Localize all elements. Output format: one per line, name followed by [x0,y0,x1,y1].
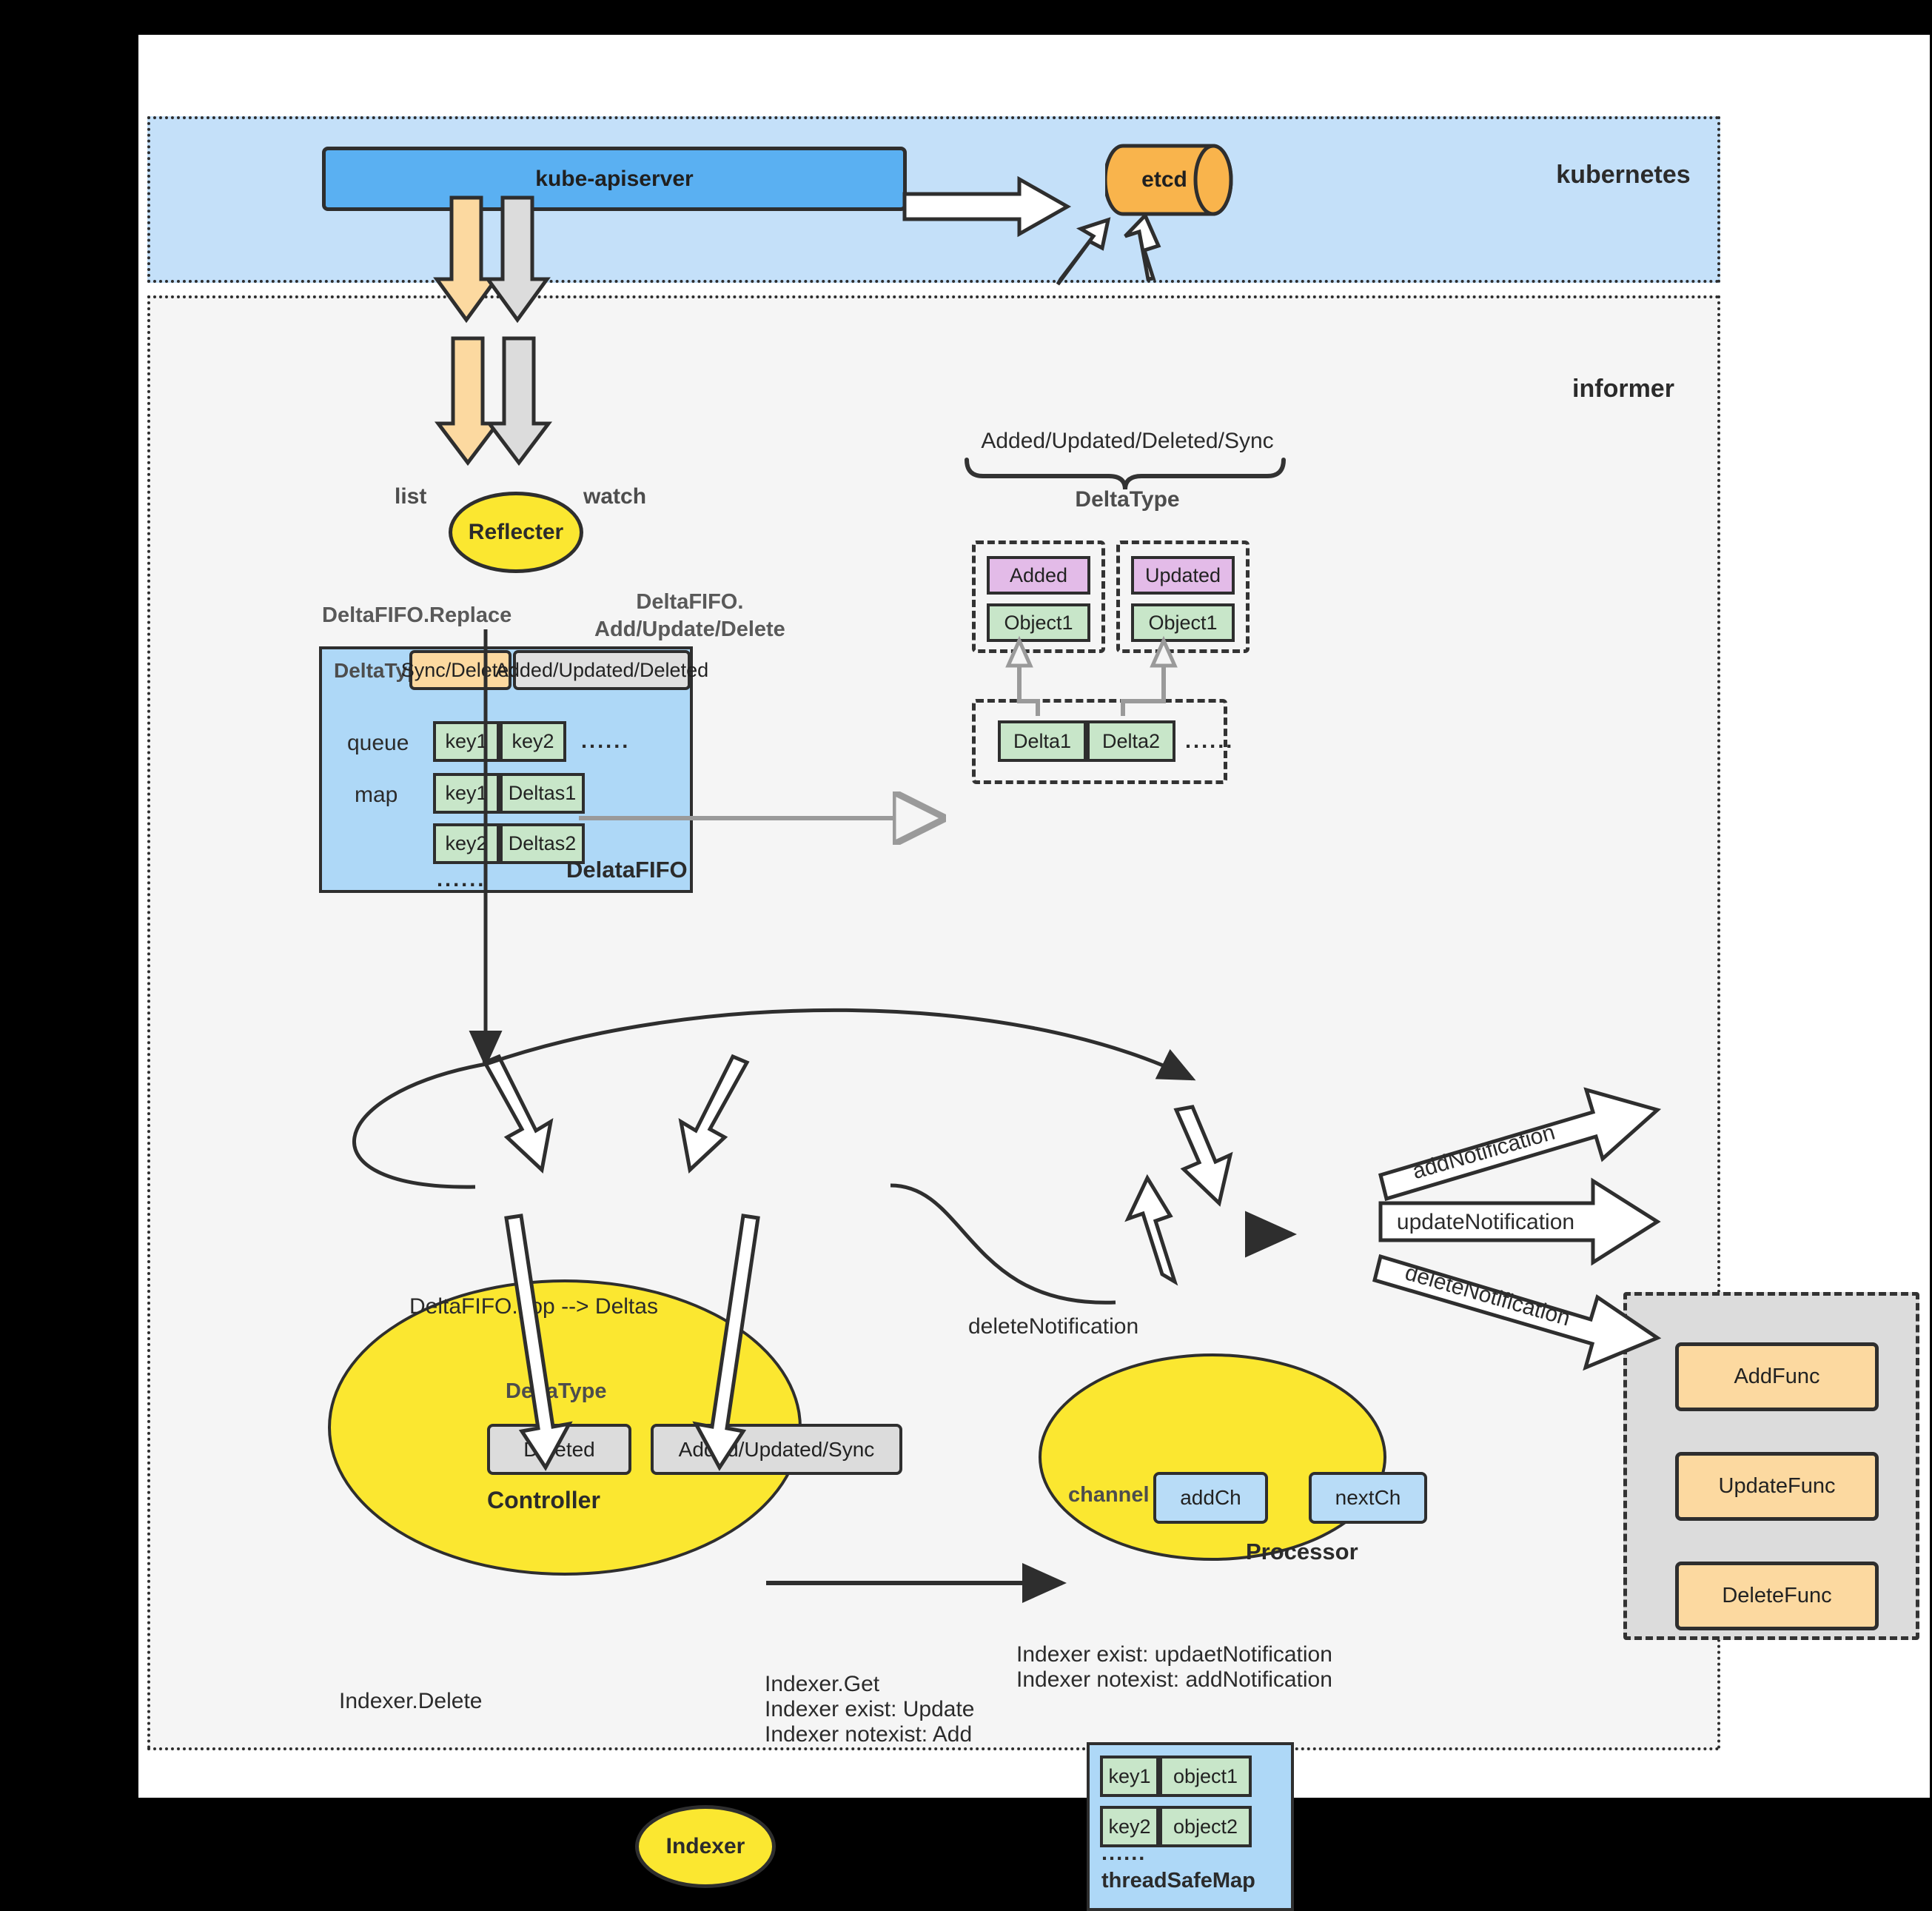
deltatype-brace-label: Added/Updated/Deleted/Sync [981,429,1274,453]
processor-note-line1: Indexer exist: updaetNotification [1016,1642,1332,1667]
map-row1-value: Deltas1 [500,773,585,814]
deltas-ellipsis: ...... [1185,729,1235,753]
kube-apiserver-box[interactable]: kube-apiserver [322,147,907,211]
indexer-get-line2: Indexer exist: Update [765,1697,975,1721]
processor-channel-label: channel [1068,1483,1150,1507]
processor-notification-note: Indexer exist: updaetNotification Indexe… [1016,1642,1332,1693]
threadsafemap-title: threadSafeMap [1101,1869,1255,1892]
addch-box[interactable]: addCh [1153,1472,1268,1524]
deltafifo-addupdatedelete-line1: DeltaFIFO. [636,590,744,614]
update-func-box[interactable]: UpdateFunc [1675,1452,1879,1521]
add-func-box[interactable]: AddFunc [1675,1342,1879,1411]
delta-cell-1: Delta1 [998,720,1087,762]
processor-note-line2: Indexer notexist: addNotification [1016,1667,1332,1692]
map-label: map [355,783,398,807]
deltafifo-box: DeltaType Sync/Deleted Added/Updated/Del… [319,646,708,893]
deltatype-added-type: Added [987,556,1090,595]
processor-node[interactable] [1039,1353,1386,1561]
delete-notification-curve-label: deleteNotification [968,1314,1139,1339]
delta-cell-2: Delta2 [1087,720,1175,762]
tsmap-row1-value: object1 [1159,1756,1252,1797]
controller-branch-added-updated-sync[interactable]: Added/Updated/Sync [651,1424,902,1475]
deltatype-updated-object: Object1 [1131,603,1235,642]
controller-title: Controller [487,1487,600,1513]
indexer-node[interactable]: Indexer [635,1805,776,1888]
deltafifo-pop-label: DeltaFIFO.pop --> Deltas [409,1294,658,1319]
tsmap-ellipsis: ...... [1101,1841,1147,1865]
reflecter-node[interactable]: Reflecter [449,492,583,573]
map-row1-key: key1 [433,773,500,814]
list-arrow-label: list [395,484,427,509]
controller-deltatype-label: DeltaType [506,1379,607,1403]
etcd-label: etcd [1141,167,1187,192]
kubernetes-region: kube-apiserver etcd kubernetes [147,116,1720,283]
threadsafemap-box: key1 object1 key2 object2 ...... threadS… [1087,1742,1294,1911]
queue-label: queue [347,731,409,755]
nextch-box[interactable]: nextCh [1309,1472,1427,1524]
watch-arrow-label: watch [583,484,647,509]
queue-cell-key2: key2 [500,721,566,762]
indexer-get-label: Indexer.Get Indexer exist: Update Indexe… [765,1672,975,1747]
map-ellipsis: ...... [437,868,486,891]
deltafifo-title: DelataFIFO [566,857,688,883]
delete-func-box[interactable]: DeleteFunc [1675,1562,1879,1630]
indexer-get-line3: Indexer notexist: Add [765,1722,973,1747]
diagram-canvas: kube-apiserver etcd kubernetes informer … [138,35,1930,1911]
deltafifo-replace-label: DeltaFIFO.Replace [322,603,512,627]
queue-ellipsis: ...... [581,729,631,753]
informer-region-title: informer [1572,375,1674,403]
kubernetes-region-title: kubernetes [1556,161,1691,189]
deltafifo-addupdatedelete-line2: Add/Update/Delete [594,618,785,642]
indexer-get-line1: Indexer.Get [765,1672,880,1696]
deltatype-tag-added: Added/Updated/Deleted [495,650,708,690]
controller-branch-deleted[interactable]: Deleted [487,1424,631,1475]
deltatype-updated-type: Updated [1131,556,1235,595]
deltatype-added-object: Object1 [987,603,1090,642]
tsmap-row1-key: key1 [1100,1756,1159,1797]
deltafifo-addupdatedelete-label: DeltaFIFO. Add/Update/Delete [594,589,785,643]
map-row2-key: key2 [433,823,500,864]
deltatype-brace-word: DeltaType [1075,487,1180,512]
informer-region: informer Reflecter list watch DeltaFIFO.… [147,295,1919,1911]
indexer-delete-label: Indexer.Delete [339,1689,483,1713]
processor-title: Processor [1246,1539,1358,1564]
tsmap-row2-value: object2 [1159,1806,1252,1847]
queue-cell-key1: key1 [433,721,500,762]
